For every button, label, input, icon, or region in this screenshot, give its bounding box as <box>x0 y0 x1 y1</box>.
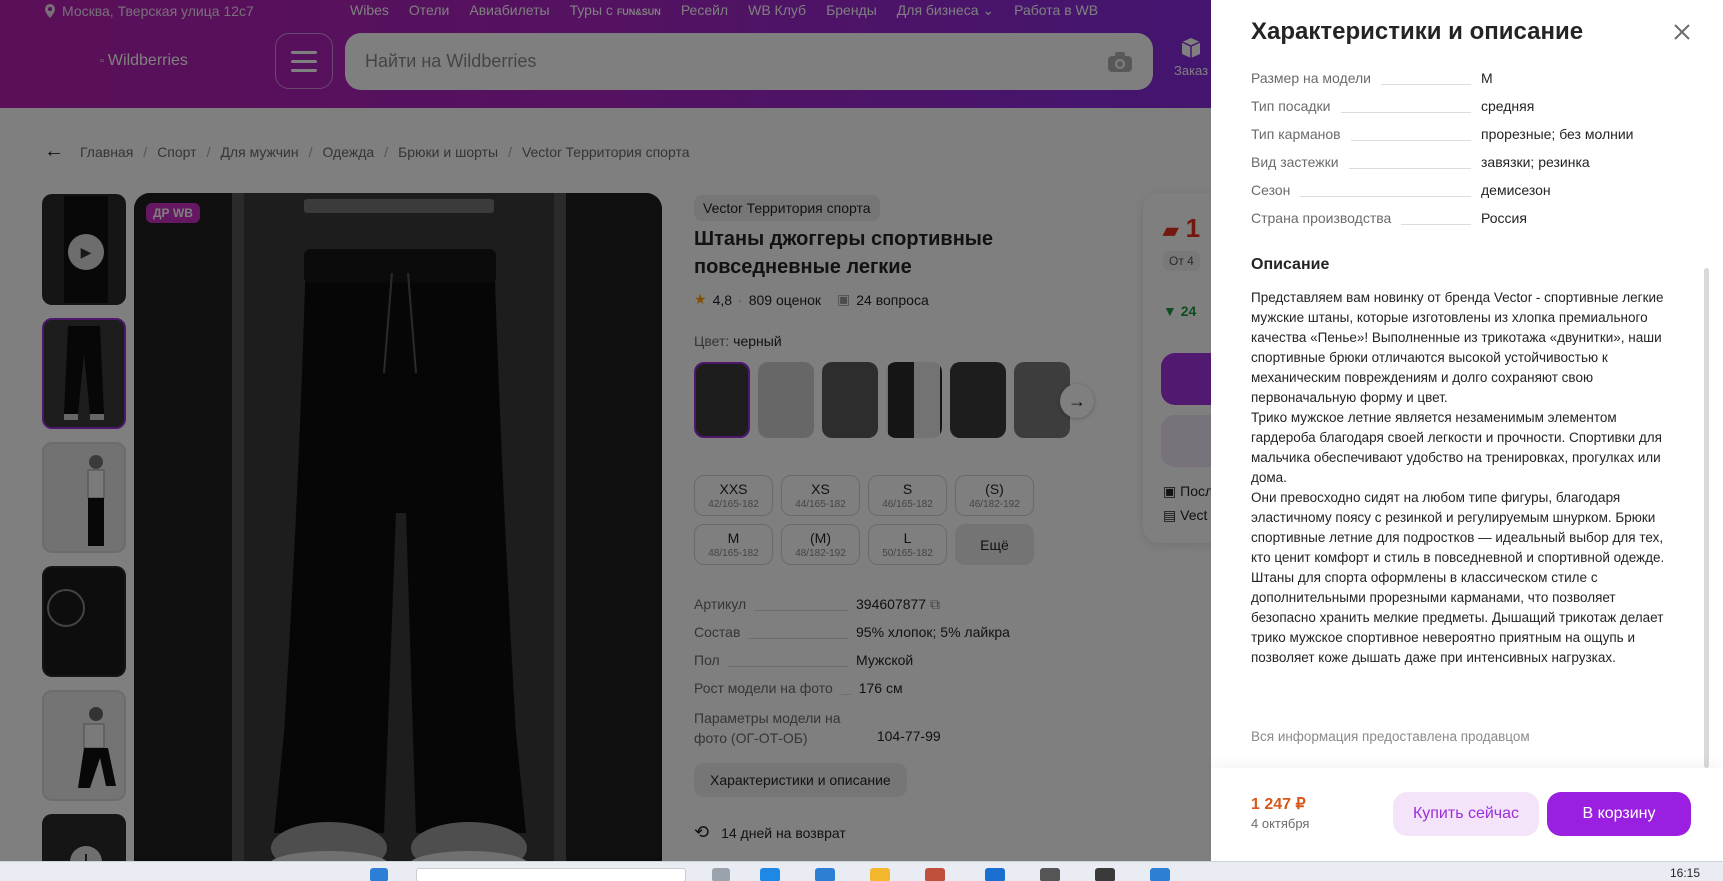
spec-dots <box>1300 195 1471 197</box>
panel-spec-row: Вид застежки завязки; резинка <box>1251 154 1671 182</box>
close-icon <box>1674 24 1690 40</box>
spec-key: Тип карманов <box>1251 126 1341 142</box>
description-paragraph: Трико мужское летние является незаменимы… <box>1251 410 1662 485</box>
os-taskbar: 16:15 <box>0 861 1723 881</box>
description-heading: Описание <box>1251 256 1330 273</box>
task-view-icon[interactable] <box>712 868 730 881</box>
description-paragraph: Штаны для спорта оформлены в классическо… <box>1251 570 1664 665</box>
panel-spec-row: Тип посадки средняя <box>1251 98 1671 126</box>
spec-key: Размер на модели <box>1251 70 1371 86</box>
app-icon[interactable] <box>1095 868 1115 881</box>
store-icon[interactable] <box>815 868 835 881</box>
footer-delivery-date: 4 октября <box>1251 816 1310 831</box>
panel-scrollbar[interactable] <box>1704 268 1709 768</box>
spec-key: Тип посадки <box>1251 98 1331 114</box>
spec-key: Сезон <box>1251 182 1291 198</box>
app-icon[interactable] <box>1150 868 1170 881</box>
spec-value: завязки; резинка <box>1481 154 1590 170</box>
spec-value: Россия <box>1481 210 1527 226</box>
buy-now-button[interactable]: Купить сейчас <box>1393 792 1539 836</box>
spec-dots <box>1340 111 1471 113</box>
description-text: Представляем вам новинку от бренда Vecto… <box>1251 288 1681 668</box>
modal-backdrop[interactable] <box>0 0 1211 861</box>
mail-icon[interactable] <box>985 868 1005 881</box>
folder-icon[interactable] <box>870 868 890 881</box>
close-button[interactable] <box>1670 20 1694 44</box>
taskbar-search-box[interactable] <box>416 868 686 881</box>
spec-value: прорезные; без молнии <box>1481 126 1634 142</box>
spec-key: Вид застежки <box>1251 154 1339 170</box>
description-paragraph: Они превосходно сидят на любом типе фигу… <box>1251 490 1665 565</box>
clock[interactable]: 16:15 <box>1670 866 1700 880</box>
windows-start-icon[interactable] <box>370 868 388 881</box>
edge-browser-icon[interactable] <box>760 868 780 881</box>
panel-spec-row: Сезон демисезон <box>1251 182 1671 210</box>
seller-note: Вся информация предоставлена продавцом <box>1251 729 1530 744</box>
spec-dots <box>1381 83 1471 85</box>
spec-value: средняя <box>1481 98 1535 114</box>
spec-dots <box>1401 223 1471 225</box>
spec-dots <box>1350 139 1471 141</box>
footer-price: 1 247 ₽ <box>1251 796 1306 813</box>
panel-spec-row: Размер на модели M <box>1251 70 1671 98</box>
spec-value: M <box>1481 70 1493 86</box>
add-to-cart-button[interactable]: В корзину <box>1547 792 1691 836</box>
spec-key: Страна производства <box>1251 210 1392 226</box>
panel-title: Характеристики и описание <box>1251 18 1584 45</box>
panel-specs-list: Размер на модели M Тип посадки средняя Тип… <box>1251 70 1671 238</box>
app-icon[interactable] <box>1040 868 1060 881</box>
panel-spec-row: Страна производства Россия <box>1251 210 1671 238</box>
panel-spec-row: Тип карманов прорезные; без молнии <box>1251 126 1671 154</box>
spec-dots <box>1348 167 1471 169</box>
app-icon[interactable] <box>925 868 945 881</box>
description-paragraph: Представляем вам новинку от бренда Vecto… <box>1251 290 1664 405</box>
spec-value: демисезон <box>1481 182 1551 198</box>
